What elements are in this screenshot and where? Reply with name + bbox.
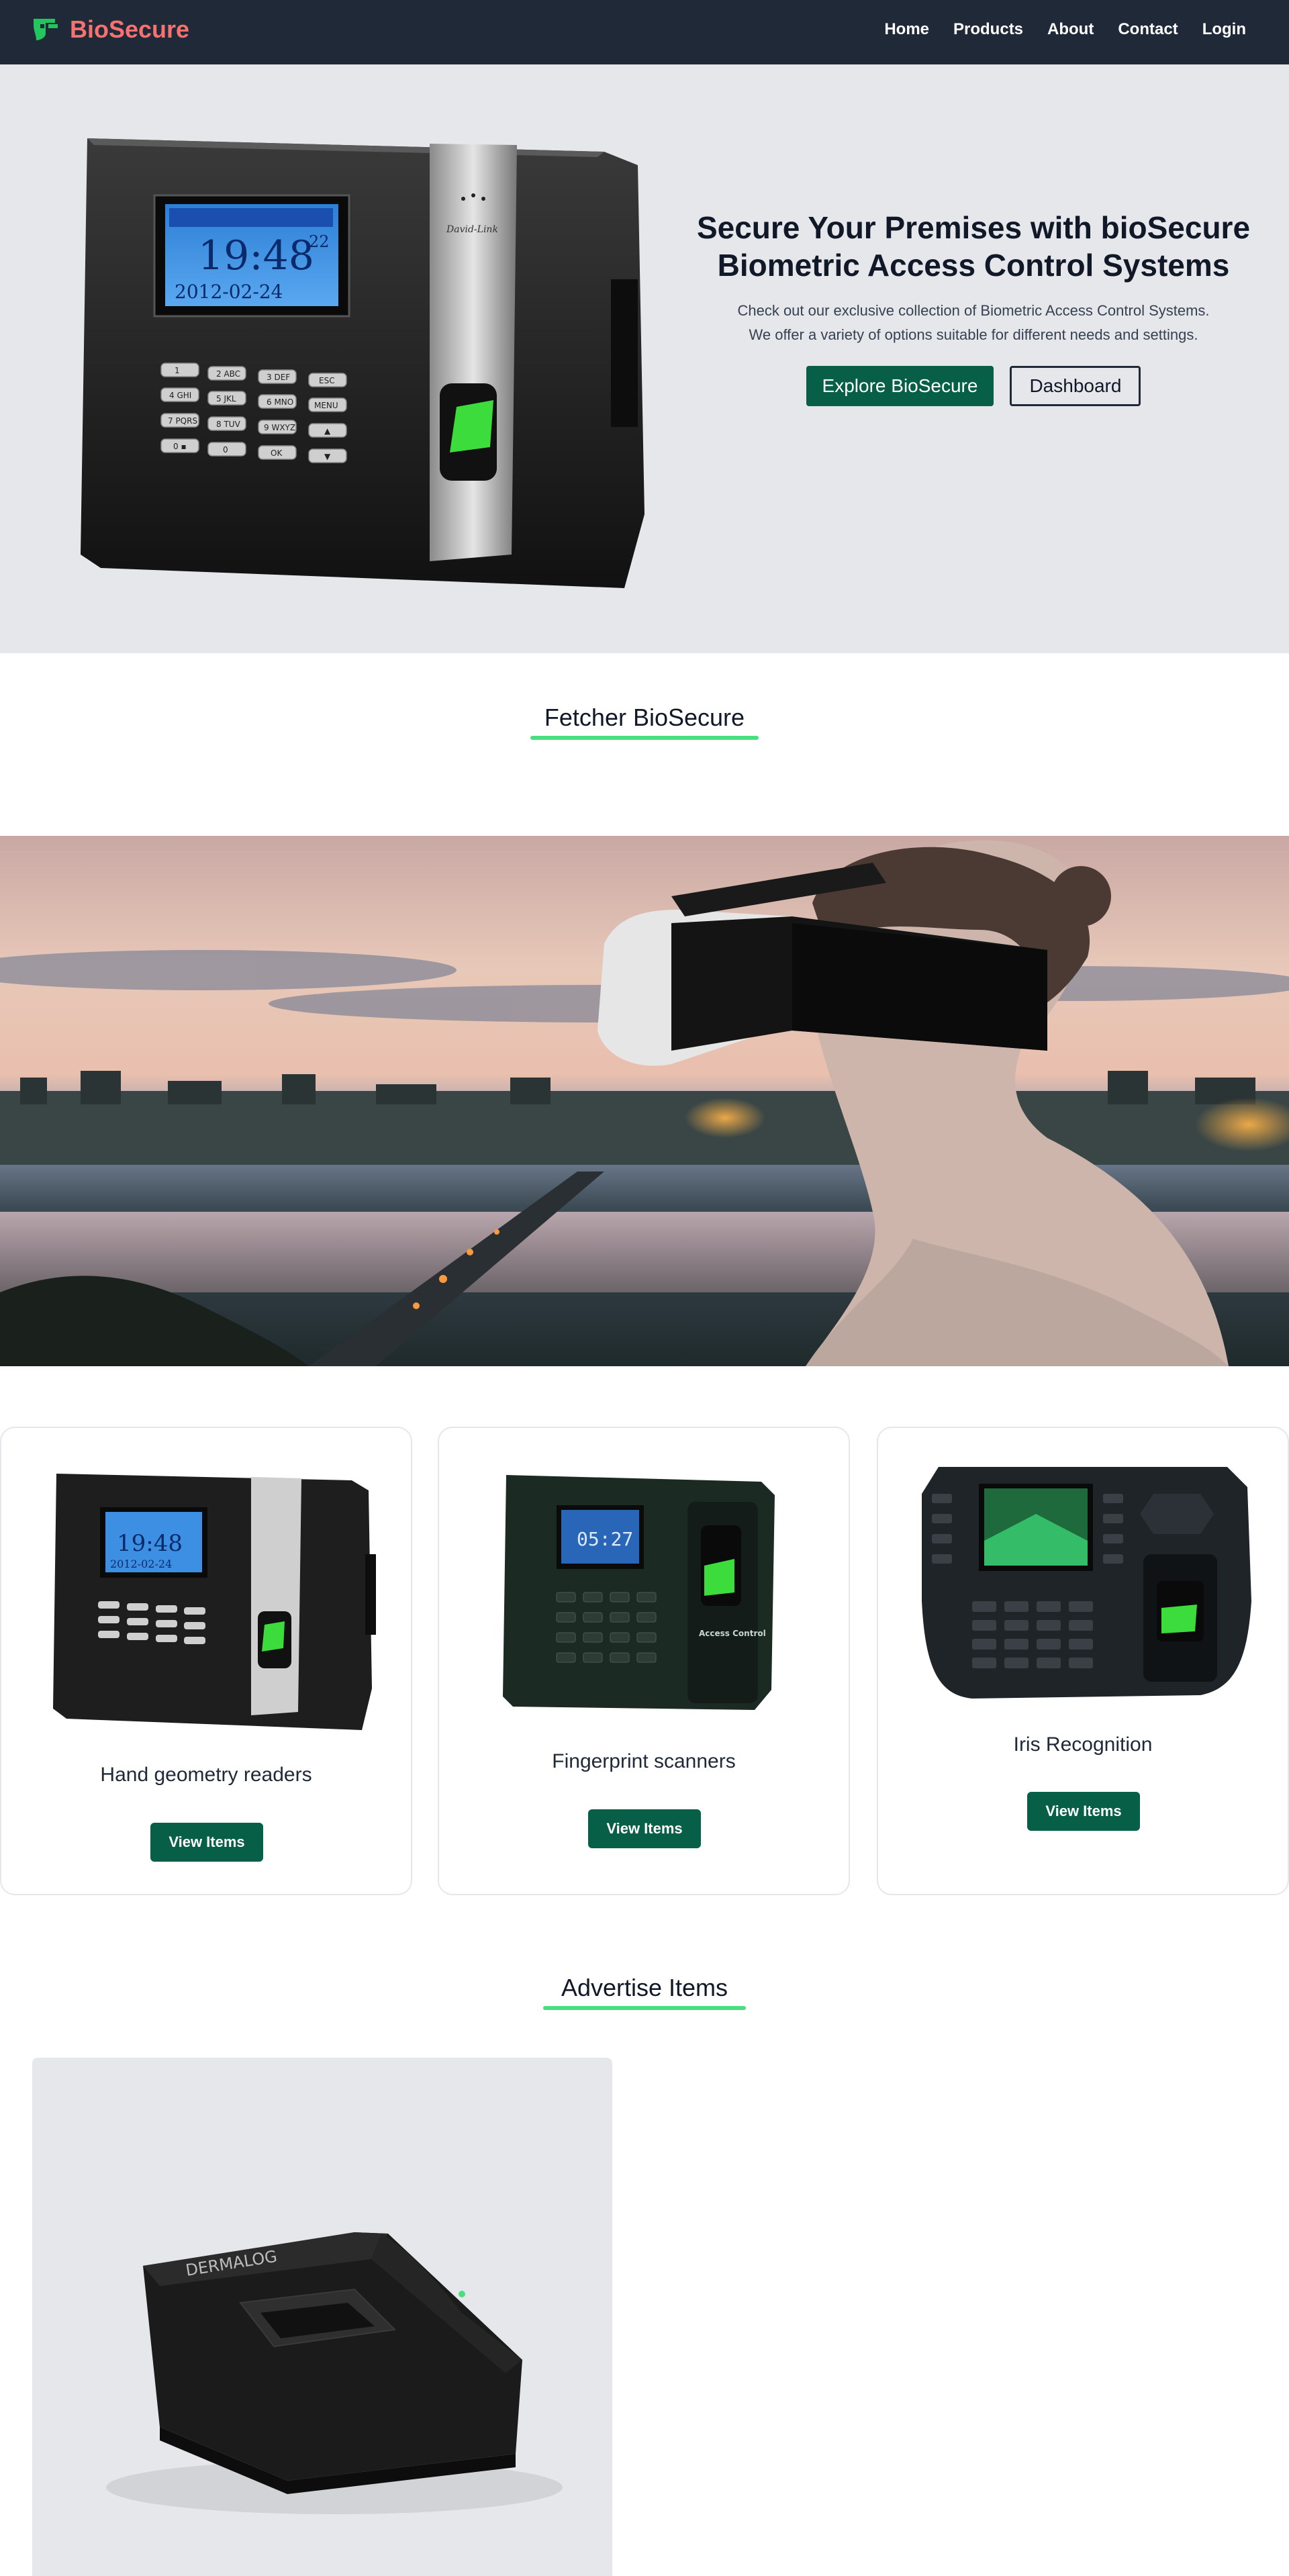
features-section-title: Fetcher BioSecure <box>544 704 745 731</box>
svg-text:2 ABC: 2 ABC <box>216 369 240 379</box>
svg-text:0 ▪: 0 ▪ <box>173 442 187 451</box>
advertise-section-title: Advertise Items <box>561 1974 728 2001</box>
main-nav: Home Products About Contact Login <box>884 20 1246 39</box>
nav-contact[interactable]: Contact <box>1118 20 1178 39</box>
svg-text:5 JKL: 5 JKL <box>216 394 236 403</box>
svg-text:8 TUV: 8 TUV <box>216 420 241 429</box>
device-time-text: 19:48 <box>198 232 314 279</box>
view-items-button-hand-geometry[interactable]: View Items <box>150 1823 263 1862</box>
svg-text:19:48: 19:48 <box>117 1530 183 1557</box>
svg-text:OK: OK <box>271 448 283 458</box>
svg-text:0: 0 <box>223 445 228 455</box>
card-title-fingerprint: Fingerprint scanners <box>552 1750 736 1772</box>
svg-text:2012-02-24: 2012-02-24 <box>175 281 283 303</box>
advertised-item-card[interactable]: DERMALOG <box>32 2058 612 2576</box>
svg-text:David-Link: David-Link <box>446 224 498 235</box>
hero-title-line-1: Secure Your Premises with bioSecure <box>696 210 1251 245</box>
svg-text:7 PQRS: 7 PQRS <box>168 416 197 426</box>
advertise-section-heading: Advertise Items <box>0 1974 1289 2010</box>
dashboard-button[interactable]: Dashboard <box>1010 366 1141 406</box>
svg-text:Access Control: Access Control <box>699 1629 766 1638</box>
top-navbar: BioSecure Home Products About Contact Lo… <box>0 0 1289 64</box>
features-section-heading: Fetcher BioSecure <box>0 704 1289 740</box>
svg-text:6 MNO: 6 MNO <box>267 397 293 407</box>
hero-buttons: Explore BioSecure Dashboard <box>691 366 1255 406</box>
nav-about[interactable]: About <box>1047 20 1094 39</box>
category-card-hand-geometry: 19:48 2012-02-24 Hand geometry readers V… <box>0 1427 412 1895</box>
view-items-button-iris[interactable]: View Items <box>1027 1792 1140 1831</box>
dermalog-scanner-image: DERMALOG <box>106 2232 563 2514</box>
hero-subtitle: Check out our exclusive collection of Bi… <box>691 299 1255 347</box>
explore-biosecure-button[interactable]: Explore BioSecure <box>806 366 994 406</box>
nav-products[interactable]: Products <box>953 20 1023 39</box>
svg-text:ESC: ESC <box>319 376 335 385</box>
features-title-underline <box>530 736 759 740</box>
svg-text:2012-02-24: 2012-02-24 <box>110 1558 172 1570</box>
hand-geometry-reader-image: 19:48 2012-02-24 <box>53 1474 376 1730</box>
card-title-hand-geometry: Hand geometry readers <box>100 1764 312 1786</box>
svg-text:4 GHI: 4 GHI <box>169 391 191 400</box>
card-title-iris: Iris Recognition <box>1013 1733 1153 1756</box>
hero-title: Secure Your Premises with bioSecure Biom… <box>691 209 1255 284</box>
svg-text:05:27: 05:27 <box>577 1528 633 1550</box>
hero-subtitle-line-2: We offer a variety of options suitable f… <box>749 326 1198 343</box>
svg-text:3 DEF: 3 DEF <box>267 373 290 382</box>
hero-subtitle-line-1: Check out our exclusive collection of Bi… <box>737 302 1210 319</box>
svg-text:1: 1 <box>175 366 180 375</box>
iris-recognition-terminal-image <box>922 1467 1251 1699</box>
svg-text:▲: ▲ <box>324 426 331 436</box>
fingerprint-scanner-image: 05:27 Access Control <box>503 1475 775 1710</box>
brand-logo-link[interactable]: BioSecure <box>31 15 189 44</box>
hero-text-block: Secure Your Premises with bioSecure Biom… <box>691 209 1255 406</box>
vr-headset-banner-image <box>0 836 1289 1366</box>
shield-logo-icon <box>34 19 58 40</box>
svg-text:9 WXYZ: 9 WXYZ <box>264 423 295 432</box>
nav-home[interactable]: Home <box>884 20 929 39</box>
hero-title-line-2: Biometric Access Control Systems <box>717 248 1230 283</box>
category-card-iris: Iris Recognition View Items <box>877 1427 1289 1895</box>
vr-sunset-city-scene <box>0 836 1289 1366</box>
hero-section: 19:48 22 2012-02-24 1 2 ABC 3 DEF ESC 4 GHI… <box>0 64 1289 653</box>
nav-login[interactable]: Login <box>1202 20 1246 39</box>
svg-text:▼: ▼ <box>324 452 331 461</box>
advertise-title-underline <box>543 2006 746 2010</box>
svg-text:22: 22 <box>309 232 330 251</box>
view-items-button-fingerprint[interactable]: View Items <box>588 1809 701 1848</box>
hero-time-attendance-device-image: 19:48 22 2012-02-24 1 2 ABC 3 DEF ESC 4 GHI… <box>81 138 644 588</box>
category-card-fingerprint: 05:27 Access Control Fingerprint scanner… <box>438 1427 850 1895</box>
svg-text:MENU: MENU <box>314 401 338 410</box>
brand-name: BioSecure <box>70 15 190 43</box>
